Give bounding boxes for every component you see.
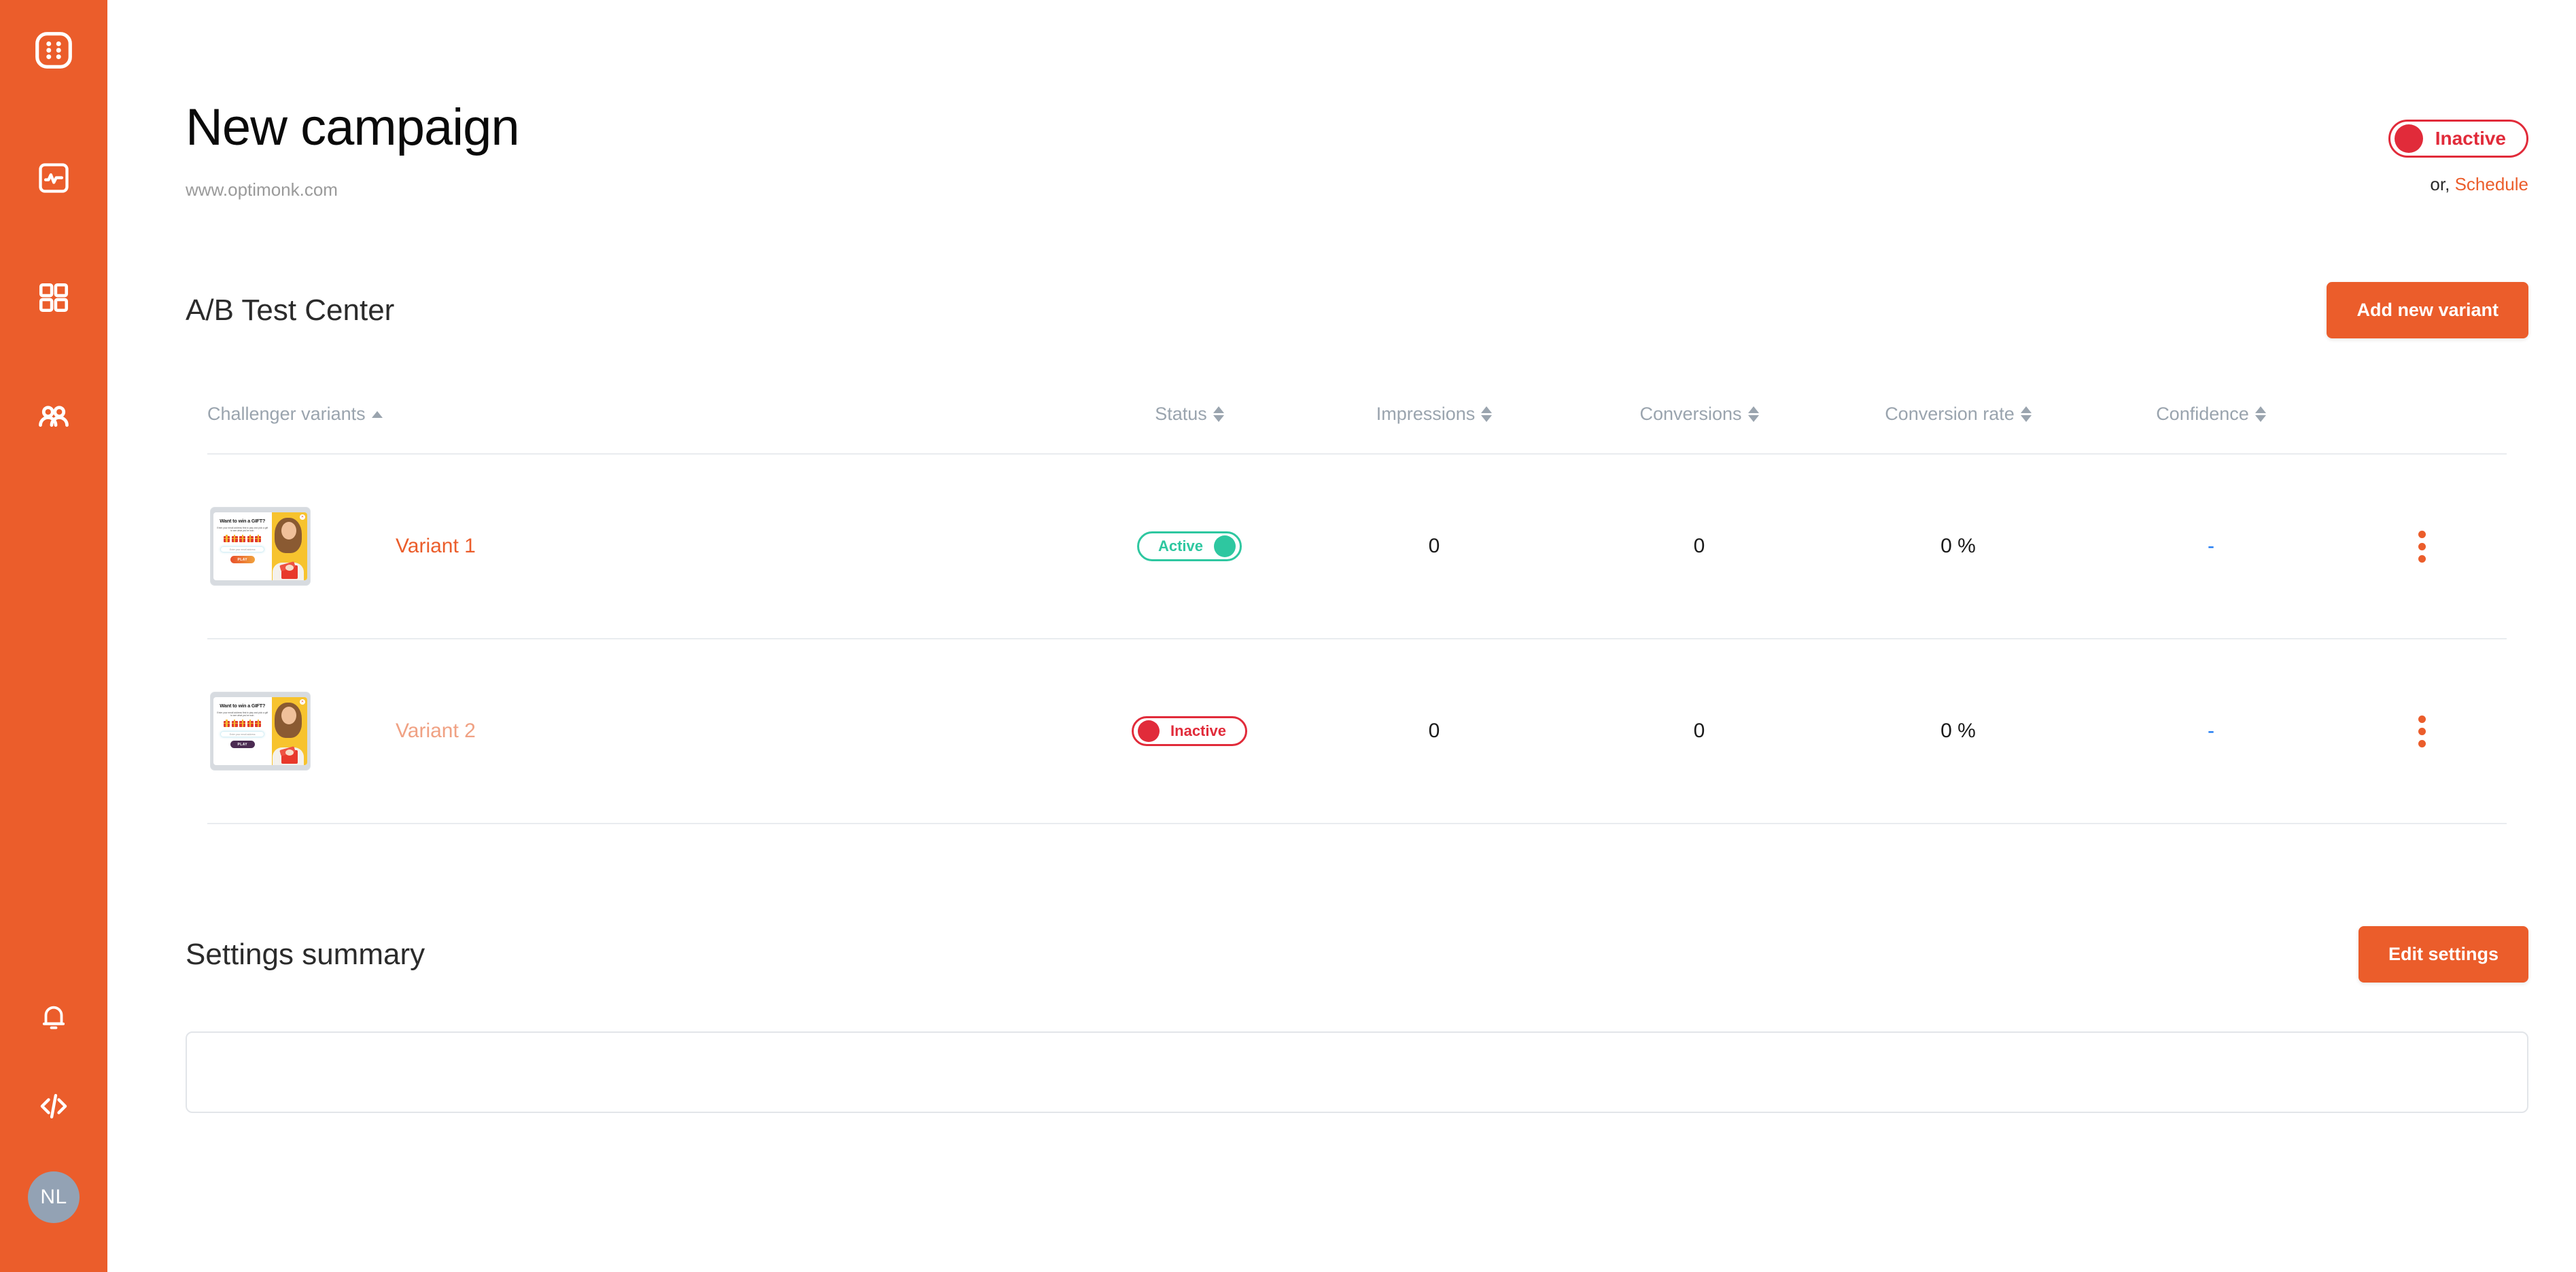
row-menu-kebab-icon[interactable]: [2413, 525, 2431, 568]
variant-name-link[interactable]: Variant 1: [396, 535, 476, 558]
thumbnail-close-icon: ✕: [299, 699, 305, 705]
page-header-left: New campaign www.optimonk.com: [186, 99, 520, 200]
thumbnail-photo: ✕: [271, 697, 307, 765]
column-label-conversions: Conversions: [1639, 404, 1742, 424]
row-actions-cell: [2337, 525, 2507, 568]
page-url: www.optimonk.com: [186, 179, 338, 200]
variant-cell: Want to win a GIFT? Enter your email add…: [207, 507, 1077, 586]
gift-boxes-icon: [224, 719, 262, 728]
sidebar-item-campaigns[interactable]: [31, 275, 77, 321]
settings-summary-header: Settings summary Edit settings: [186, 926, 2528, 983]
variant-thumbnail[interactable]: Want to win a GIFT? Enter your email add…: [210, 692, 311, 771]
impressions-cell: 0: [1428, 535, 1440, 557]
status-cell: Inactive: [1077, 716, 1302, 746]
variant-cell: Want to win a GIFT? Enter your email add…: [207, 692, 1077, 771]
column-header-impressions[interactable]: Impressions: [1302, 404, 1567, 425]
add-new-variant-button[interactable]: Add new variant: [2327, 282, 2528, 338]
thumbnail-email-input: Enter your email address: [220, 546, 265, 553]
status-badge[interactable]: Active: [1136, 531, 1242, 561]
thumbnail-body: Enter your email address first to play a…: [217, 711, 268, 717]
conversions-cell: 0: [1693, 535, 1705, 557]
thumbnail-heading: Want to win a GIFT?: [220, 703, 266, 709]
page-header-right: Inactive or, Schedule: [2388, 102, 2528, 195]
variants-table: Challenger variants Status Impressions C…: [207, 404, 2507, 824]
sort-both-icon: [1481, 406, 1493, 422]
column-label-conversion-rate: Conversion rate: [1885, 404, 2015, 424]
column-header-status[interactable]: Status: [1077, 404, 1302, 425]
status-badge-label: Active: [1158, 537, 1204, 554]
status-badge-label: Inactive: [1170, 722, 1226, 739]
gift-boxes-icon: [224, 534, 262, 543]
confidence-cell: -: [2208, 720, 2214, 742]
ab-test-section-header: A/B Test Center Add new variant: [186, 282, 2528, 338]
table-row: Want to win a GIFT? Enter your email add…: [207, 455, 2507, 639]
table-row: Want to win a GIFT? Enter your email add…: [207, 639, 2507, 824]
thumbnail-photo: ✕: [271, 512, 307, 580]
column-header-variant[interactable]: Challenger variants: [207, 404, 1077, 425]
column-header-conversion-rate[interactable]: Conversion rate: [1832, 404, 2085, 425]
thumbnail-heading: Want to win a GIFT?: [220, 518, 266, 524]
or-text: or,: [2430, 174, 2450, 194]
sidebar-item-analytics[interactable]: [31, 155, 77, 201]
thumbnail-play-button: PLAY: [230, 556, 255, 564]
thumbnail-body: Enter your email address first to play a…: [217, 526, 268, 532]
app-root: NL New campaign www.optimonk.com Inactiv…: [0, 0, 2576, 1272]
sort-both-icon: [1213, 406, 1224, 422]
embed-code-icon[interactable]: [31, 1083, 77, 1129]
page-header: New campaign www.optimonk.com Inactive o…: [186, 0, 2528, 200]
table-header-row: Challenger variants Status Impressions C…: [207, 404, 2507, 455]
sidebar-bottom: NL: [0, 995, 107, 1223]
ab-test-title: A/B Test Center: [186, 293, 395, 327]
thumbnail-close-icon: ✕: [299, 514, 305, 520]
variant-name-link[interactable]: Variant 2: [396, 720, 476, 743]
sort-both-icon: [1747, 406, 1759, 422]
conversion-rate-cell: 0 %: [1940, 535, 1976, 557]
sidebar-item-audience[interactable]: [31, 394, 77, 440]
sort-both-icon: [2255, 406, 2266, 422]
row-actions-cell: [2337, 710, 2507, 753]
column-header-confidence[interactable]: Confidence: [2085, 404, 2337, 425]
schedule-line: or, Schedule: [2430, 174, 2528, 195]
campaign-status-label: Inactive: [2435, 128, 2506, 149]
status-dot-icon: [2394, 124, 2423, 153]
settings-summary-title: Settings summary: [186, 937, 425, 971]
edit-settings-button[interactable]: Edit settings: [2358, 926, 2528, 983]
status-badge[interactable]: Inactive: [1132, 716, 1247, 746]
notifications-bell-icon[interactable]: [31, 995, 77, 1041]
left-sidebar: NL: [0, 0, 107, 1272]
conversions-cell: 0: [1693, 720, 1705, 742]
schedule-link[interactable]: Schedule: [2455, 174, 2528, 194]
sort-both-icon: [2020, 406, 2032, 422]
row-menu-kebab-icon[interactable]: [2413, 710, 2431, 753]
column-label-confidence: Confidence: [2156, 404, 2249, 424]
settings-summary-card: [186, 1031, 2528, 1113]
thumbnail-play-button: PLAY: [230, 741, 255, 749]
campaign-status-toggle[interactable]: Inactive: [2388, 120, 2528, 158]
column-label-variant: Challenger variants: [207, 404, 366, 424]
optimonk-logo-icon[interactable]: [29, 26, 78, 75]
column-label-impressions: Impressions: [1376, 404, 1476, 424]
page-title: New campaign: [186, 99, 520, 156]
thumbnail-email-input: Enter your email address: [220, 731, 265, 738]
status-dot-icon: [1214, 535, 1236, 557]
variant-thumbnail[interactable]: Want to win a GIFT? Enter your email add…: [210, 507, 311, 586]
column-label-status: Status: [1155, 404, 1207, 424]
impressions-cell: 0: [1428, 720, 1440, 742]
conversion-rate-cell: 0 %: [1940, 720, 1976, 742]
column-header-conversions[interactable]: Conversions: [1567, 404, 1832, 425]
avatar[interactable]: NL: [28, 1171, 80, 1223]
status-dot-icon: [1138, 720, 1160, 742]
sort-asc-icon: [371, 410, 383, 418]
main-content: New campaign www.optimonk.com Inactive o…: [107, 0, 2576, 1272]
avatar-initials: NL: [40, 1186, 67, 1208]
sidebar-nav: [31, 155, 77, 440]
status-cell: Active: [1077, 531, 1302, 561]
confidence-cell: -: [2208, 535, 2214, 557]
